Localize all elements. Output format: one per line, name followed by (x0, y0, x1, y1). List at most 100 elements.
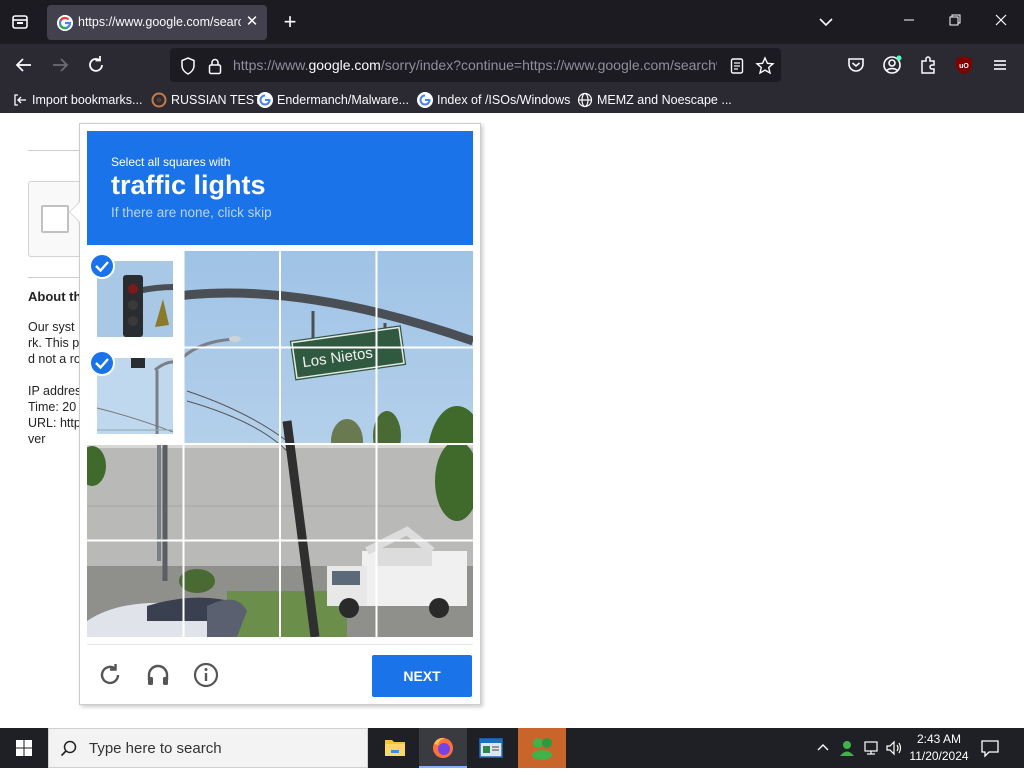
next-button[interactable]: NEXT (372, 655, 472, 697)
chevron-down-icon (819, 18, 833, 27)
grid-tile[interactable] (87, 445, 183, 541)
reload-icon (89, 56, 103, 72)
bookmark-import[interactable]: Import bookmarks... (12, 90, 142, 110)
ublock-origin-icon[interactable]: uO (952, 53, 976, 77)
clock-time: 2:43 AM (916, 732, 962, 746)
info-icon[interactable] (193, 662, 219, 688)
bookmark-iso-index[interactable]: Index of /ISOs/Windows (417, 90, 570, 110)
taskbar-search-box[interactable]: Type here to search (48, 728, 368, 768)
hamburger-menu-icon[interactable] (988, 53, 1012, 77)
back-button[interactable] (12, 53, 36, 77)
grid-tile[interactable] (377, 348, 473, 444)
grid-tile[interactable] (87, 541, 183, 637)
firefox-view-icon (12, 15, 28, 29)
grid-tile[interactable] (377, 445, 473, 541)
url-text[interactable]: https://www.google.com/sorry/index?conti… (233, 57, 717, 73)
minimize-icon (904, 19, 914, 21)
headphones-icon[interactable] (145, 662, 171, 688)
firefox-view-button[interactable] (8, 10, 32, 34)
popup-arrow-inner (70, 202, 80, 222)
grid-tile[interactable] (184, 348, 280, 444)
forward-arrow-icon (53, 58, 69, 72)
account-icon[interactable] (880, 53, 904, 77)
active-tab[interactable]: https://www.google.com/search?q= ✕ (47, 5, 267, 40)
not-robot-checkbox[interactable] (41, 205, 69, 233)
grid-tile[interactable] (281, 445, 377, 541)
url-host: google.com (308, 57, 381, 73)
site-icon (151, 92, 167, 108)
challenge-footer: NEXT (87, 644, 473, 700)
people-icon (532, 738, 552, 760)
instruction-target: traffic lights (111, 170, 266, 200)
file-explorer-app[interactable] (371, 728, 419, 768)
system-clock[interactable]: 2:43 AM 11/20/2024 (906, 731, 972, 765)
reload-button[interactable] (84, 53, 108, 77)
challenge-header: Select all squares with traffic lights I… (87, 131, 473, 245)
page-text-line: Time: 20 (28, 400, 77, 414)
firefox-icon (433, 737, 453, 758)
svg-text:uO: uO (959, 63, 969, 70)
new-tab-button[interactable]: + (279, 11, 301, 34)
windows-logo-icon (16, 740, 32, 756)
green-app[interactable] (518, 728, 566, 768)
url-bar[interactable]: https://www.google.com/sorry/index?conti… (170, 48, 781, 82)
tab-title: https://www.google.com/search?q= (78, 15, 241, 29)
google-icon (417, 92, 433, 108)
bookmark-star-icon[interactable] (755, 56, 775, 76)
search-placeholder: Type here to search (89, 740, 222, 757)
bookmark-label: Import bookmarks... (32, 93, 143, 107)
grid-tile-selected[interactable] (87, 348, 183, 444)
page-text-line: ver (28, 432, 46, 446)
google-icon (257, 92, 273, 108)
bookmark-russian-test[interactable]: RUSSIAN TEST (151, 90, 262, 110)
page-text-line: rk. This p (28, 336, 80, 350)
grid-tile[interactable] (184, 445, 280, 541)
import-icon (14, 94, 26, 106)
chevron-up-icon[interactable] (813, 738, 833, 758)
lock-icon[interactable] (205, 56, 225, 76)
grid-tile[interactable] (184, 541, 280, 637)
notification-icon[interactable] (978, 738, 1002, 758)
recaptcha-challenge: Select all squares with traffic lights I… (69, 123, 481, 705)
tab-bar: https://www.google.com/search?q= ✕ + (0, 0, 1024, 44)
grid-tile[interactable] (377, 541, 473, 637)
check-icon (89, 350, 115, 376)
grid-tile[interactable] (281, 251, 377, 347)
folder-icon (385, 740, 405, 756)
grid-tile-selected[interactable] (87, 251, 183, 347)
about-heading: About th (28, 289, 82, 304)
shield-icon[interactable] (178, 56, 198, 76)
minimize-button[interactable] (886, 0, 932, 44)
check-icon (89, 253, 115, 279)
bookmarks-toolbar: Import bookmarks... RUSSIAN TEST Enderma… (0, 86, 1024, 113)
bookmark-memz[interactable]: MEMZ and Noescape ... (577, 90, 732, 110)
reader-view-icon[interactable] (727, 56, 747, 76)
grid-tile[interactable] (184, 251, 280, 347)
instruction-hint: If there are none, click skip (111, 204, 272, 220)
firefox-app[interactable] (419, 728, 467, 768)
grid-tile[interactable] (281, 541, 377, 637)
url-prefix: https://www. (233, 57, 309, 73)
bookmark-endermanch[interactable]: Endermanch/Malware... (257, 90, 409, 110)
google-favicon-icon (57, 15, 73, 31)
grid-tile[interactable] (377, 251, 473, 347)
window-app[interactable] (467, 728, 515, 768)
url-path: /sorry/index?continue=https://www.google… (380, 57, 717, 73)
restore-button[interactable] (932, 0, 978, 44)
nav-bar: https://www.google.com/sorry/index?conti… (0, 44, 1024, 86)
restore-icon (949, 14, 961, 26)
app-window-icon (479, 738, 503, 758)
network-icon[interactable] (861, 738, 881, 758)
instruction-small: Select all squares with (111, 155, 231, 169)
volume-icon[interactable] (884, 738, 904, 758)
forward-button[interactable] (48, 53, 72, 77)
tab-close-icon[interactable]: ✕ (243, 13, 261, 31)
user-tray-icon[interactable] (837, 738, 857, 758)
list-all-tabs-button[interactable] (816, 12, 836, 32)
reload-challenge-icon[interactable] (97, 662, 123, 688)
pocket-icon[interactable] (844, 53, 868, 77)
extensions-icon[interactable] (916, 53, 940, 77)
grid-tile[interactable] (281, 348, 377, 444)
close-window-button[interactable] (978, 0, 1024, 44)
start-button[interactable] (0, 728, 48, 768)
